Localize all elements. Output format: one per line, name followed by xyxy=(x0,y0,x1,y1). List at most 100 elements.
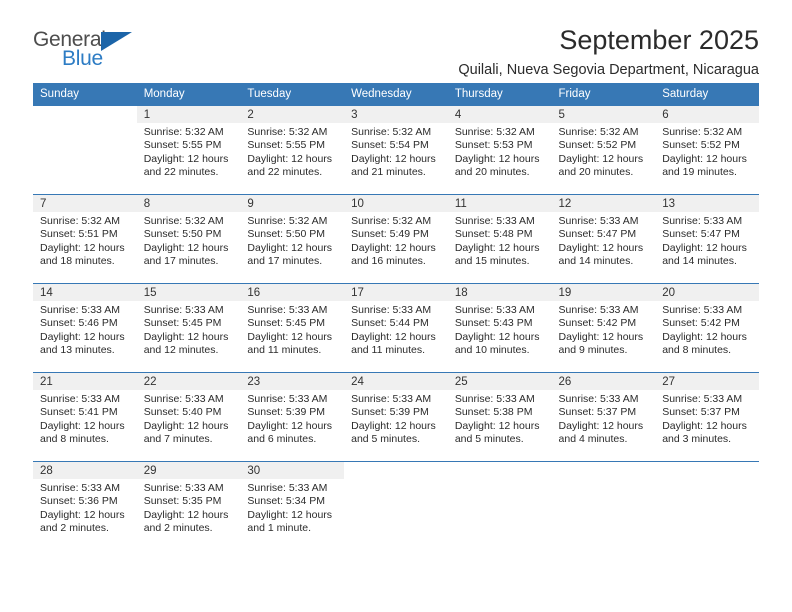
calendar-day-cell[interactable]: 17 Sunrise: 5:33 AM Sunset: 5:44 PM Dayligh… xyxy=(344,283,448,373)
calendar-day-cell[interactable]: 1 Sunrise: 5:32 AM Sunset: 5:55 PM Daylight… xyxy=(136,105,241,195)
calendar-day-cell[interactable]: 12 Sunrise: 5:33 AM Sunset: 5:47 PM Dayligh… xyxy=(551,194,656,284)
sunrise-text: Sunrise: 5:33 AM xyxy=(558,393,639,405)
sunrise-text: Sunrise: 5:32 AM xyxy=(351,126,432,138)
calendar-day-cell[interactable]: 3 Sunrise: 5:32 AM Sunset: 5:54 PM Daylight… xyxy=(344,105,448,195)
calendar-cell-empty xyxy=(551,461,656,551)
calendar-day-cell[interactable]: 21 Sunrise: 5:33 AM Sunset: 5:41 PM Dayligh… xyxy=(33,372,137,462)
weekday-header-tuesday: Tuesday xyxy=(240,83,345,106)
calendar-day-cell[interactable]: 25 Sunrise: 5:33 AM Sunset: 5:38 PM Dayligh… xyxy=(447,372,552,462)
day-number: 2 xyxy=(240,106,345,123)
weekday-header-thursday: Thursday xyxy=(447,83,552,106)
sunrise-text: Sunrise: 5:32 AM xyxy=(558,126,639,138)
sunrise-text: Sunrise: 5:33 AM xyxy=(247,393,328,405)
sunrise-text: Sunrise: 5:33 AM xyxy=(40,482,120,494)
calendar-day-cell[interactable]: 11 Sunrise: 5:33 AM Sunset: 5:48 PM Dayligh… xyxy=(447,194,552,284)
sunrise-text: Sunrise: 5:33 AM xyxy=(143,482,224,494)
sunset-text: Sunset: 5:55 PM xyxy=(143,139,222,152)
calendar-day-cell[interactable]: 30 Sunrise: 5:33 AM Sunset: 5:34 PM Dayligh… xyxy=(240,461,345,551)
calendar-day-cell[interactable]: 22 Sunrise: 5:33 AM Sunset: 5:40 PM Dayligh… xyxy=(136,372,241,462)
triangle-icon xyxy=(101,32,132,51)
sunset-text: Sunset: 5:48 PM xyxy=(454,228,533,241)
daylight-text: Daylight: 12 hours and 2 minutes. xyxy=(143,508,229,535)
calendar-day-cell[interactable]: 7 Sunrise: 5:32 AM Sunset: 5:51 PM Daylight… xyxy=(33,194,137,284)
calendar-day-cell[interactable]: 16 Sunrise: 5:33 AM Sunset: 5:45 PM Dayligh… xyxy=(240,283,345,373)
sunrise-text: Sunrise: 5:33 AM xyxy=(454,304,535,316)
sunrise-text: Sunrise: 5:33 AM xyxy=(143,393,224,405)
general-blue-logo[interactable]: General Blue xyxy=(33,26,143,74)
day-number: 21 xyxy=(33,373,137,390)
sunrise-text: Sunrise: 5:32 AM xyxy=(143,126,224,138)
sunrise-text: Sunrise: 5:32 AM xyxy=(454,126,535,138)
calendar-day-cell[interactable]: 19 Sunrise: 5:33 AM Sunset: 5:42 PM Dayligh… xyxy=(551,283,656,373)
sunset-text: Sunset: 5:50 PM xyxy=(143,228,222,241)
calendar-day-cell[interactable]: 5 Sunrise: 5:32 AM Sunset: 5:52 PM Daylight… xyxy=(551,105,656,195)
sunset-text: Sunset: 5:37 PM xyxy=(558,406,637,419)
page-header: General Blue September 2025 Quilali, Nue… xyxy=(33,0,759,79)
calendar-day-cell[interactable]: 24 Sunrise: 5:33 AM Sunset: 5:39 PM Dayligh… xyxy=(344,372,448,462)
day-number: 13 xyxy=(655,195,759,212)
sunrise-text: Sunrise: 5:33 AM xyxy=(40,393,120,405)
day-number: 12 xyxy=(551,195,656,212)
sunset-text: Sunset: 5:36 PM xyxy=(40,495,118,508)
daylight-text: Daylight: 12 hours and 5 minutes. xyxy=(454,419,540,446)
day-sun-info: Sunrise: 5:32 AM Sunset: 5:50 PM Daylight:… xyxy=(240,212,344,269)
day-number xyxy=(552,462,656,479)
sunset-text: Sunset: 5:45 PM xyxy=(143,317,222,330)
calendar-day-cell[interactable]: 23 Sunrise: 5:33 AM Sunset: 5:39 PM Dayligh… xyxy=(240,372,345,462)
day-number: 14 xyxy=(33,284,137,301)
day-number xyxy=(344,462,448,479)
daylight-text: Daylight: 12 hours and 19 minutes. xyxy=(662,152,747,179)
sunset-text: Sunset: 5:40 PM xyxy=(143,406,222,419)
day-sun-info: Sunrise: 5:33 AM Sunset: 5:47 PM Daylight:… xyxy=(655,212,759,269)
day-number: 8 xyxy=(136,195,241,212)
sunrise-text: Sunrise: 5:33 AM xyxy=(454,393,535,405)
day-sun-info: Sunrise: 5:32 AM Sunset: 5:53 PM Daylight:… xyxy=(448,123,552,180)
sunrise-text: Sunrise: 5:33 AM xyxy=(351,393,432,405)
sunrise-text: Sunrise: 5:32 AM xyxy=(247,126,328,138)
day-number: 27 xyxy=(655,373,759,390)
title-block: September 2025 Quilali, Nueva Segovia De… xyxy=(143,26,759,79)
day-sun-info: Sunrise: 5:33 AM Sunset: 5:38 PM Daylight:… xyxy=(448,390,552,447)
daylight-text: Daylight: 12 hours and 15 minutes. xyxy=(454,241,540,268)
daylight-text: Daylight: 12 hours and 12 minutes. xyxy=(143,330,229,357)
daylight-text: Daylight: 12 hours and 4 minutes. xyxy=(558,419,644,446)
calendar-day-cell[interactable]: 9 Sunrise: 5:32 AM Sunset: 5:50 PM Daylight… xyxy=(240,194,345,284)
calendar-day-cell[interactable]: 27 Sunrise: 5:33 AM Sunset: 5:37 PM Dayligh… xyxy=(655,372,759,462)
day-number: 3 xyxy=(344,106,448,123)
page-subtitle: Quilali, Nueva Segovia Department, Nicar… xyxy=(458,62,759,79)
calendar-day-cell[interactable]: 13 Sunrise: 5:33 AM Sunset: 5:47 PM Dayligh… xyxy=(655,194,759,284)
weekday-header-saturday: Saturday xyxy=(655,83,759,106)
calendar-day-cell[interactable]: 15 Sunrise: 5:33 AM Sunset: 5:45 PM Dayligh… xyxy=(136,283,241,373)
calendar-day-cell[interactable]: 6 Sunrise: 5:32 AM Sunset: 5:52 PM Daylight… xyxy=(655,105,759,195)
calendar-day-cell[interactable]: 29 Sunrise: 5:33 AM Sunset: 5:35 PM Dayligh… xyxy=(136,461,241,551)
calendar-day-cell[interactable]: 8 Sunrise: 5:32 AM Sunset: 5:50 PM Daylight… xyxy=(136,194,241,284)
day-sun-info: Sunrise: 5:33 AM Sunset: 5:36 PM Daylight:… xyxy=(33,479,137,536)
day-number: 9 xyxy=(240,195,345,212)
sunrise-text: Sunrise: 5:33 AM xyxy=(662,215,743,227)
day-number: 10 xyxy=(344,195,448,212)
calendar-cell-empty xyxy=(33,105,137,195)
calendar-day-cell[interactable]: 14 Sunrise: 5:33 AM Sunset: 5:46 PM Dayligh… xyxy=(33,283,137,373)
daylight-text: Daylight: 12 hours and 21 minutes. xyxy=(351,152,436,179)
calendar-day-cell[interactable]: 26 Sunrise: 5:33 AM Sunset: 5:37 PM Dayligh… xyxy=(551,372,656,462)
sunrise-text: Sunrise: 5:33 AM xyxy=(662,304,743,316)
sunset-text: Sunset: 5:35 PM xyxy=(143,495,222,508)
daylight-text: Daylight: 12 hours and 2 minutes. xyxy=(40,508,125,535)
day-sun-info: Sunrise: 5:32 AM Sunset: 5:51 PM Daylight:… xyxy=(33,212,137,269)
calendar-day-cell[interactable]: 20 Sunrise: 5:33 AM Sunset: 5:42 PM Dayligh… xyxy=(655,283,759,373)
day-sun-info: Sunrise: 5:33 AM Sunset: 5:41 PM Daylight:… xyxy=(33,390,137,447)
day-number: 4 xyxy=(447,106,552,123)
calendar-day-cell[interactable]: 4 Sunrise: 5:32 AM Sunset: 5:53 PM Daylight… xyxy=(447,105,552,195)
daylight-text: Daylight: 12 hours and 20 minutes. xyxy=(454,152,540,179)
sunset-text: Sunset: 5:50 PM xyxy=(247,228,326,241)
calendar-body: 1 Sunrise: 5:32 AM Sunset: 5:55 PM Daylight… xyxy=(33,105,759,551)
calendar-week-row: 28 Sunrise: 5:33 AM Sunset: 5:36 PM Dayligh… xyxy=(33,461,759,551)
calendar-grid: Sunday Monday Tuesday Wednesday Thursday… xyxy=(33,83,759,551)
day-sun-info: Sunrise: 5:33 AM Sunset: 5:39 PM Daylight:… xyxy=(240,390,344,447)
calendar-day-cell[interactable]: 28 Sunrise: 5:33 AM Sunset: 5:36 PM Dayligh… xyxy=(33,461,137,551)
day-sun-info: Sunrise: 5:32 AM Sunset: 5:54 PM Daylight:… xyxy=(344,123,448,180)
calendar-day-cell[interactable]: 10 Sunrise: 5:32 AM Sunset: 5:49 PM Dayligh… xyxy=(344,194,448,284)
calendar-day-cell[interactable]: 18 Sunrise: 5:33 AM Sunset: 5:43 PM Dayligh… xyxy=(447,283,552,373)
daylight-text: Daylight: 12 hours and 7 minutes. xyxy=(143,419,229,446)
calendar-day-cell[interactable]: 2 Sunrise: 5:32 AM Sunset: 5:55 PM Daylight… xyxy=(240,105,345,195)
